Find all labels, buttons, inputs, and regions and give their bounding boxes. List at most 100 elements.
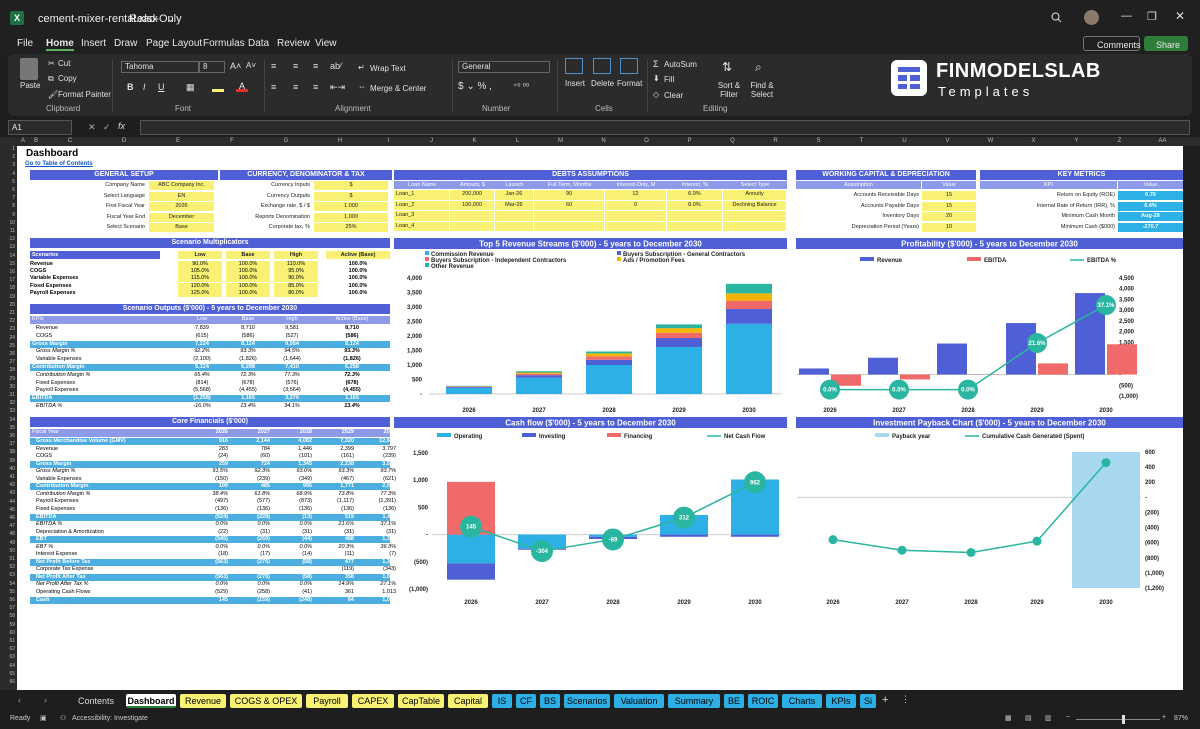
prev-sheet-icon[interactable]: ‹ [18, 695, 21, 705]
column-header[interactable]: Q [711, 138, 754, 144]
column-header[interactable]: U [883, 138, 926, 144]
paste-icon[interactable] [20, 58, 38, 80]
row-header[interactable]: 5 [0, 179, 15, 185]
macro-icon[interactable]: ▣ [40, 714, 47, 722]
zoom-out-icon[interactable]: − [1066, 714, 1070, 721]
eraser-icon[interactable]: ◇ [653, 90, 659, 99]
accessibility-status[interactable]: Accessibility: Investigate [72, 715, 148, 722]
align-top-icon[interactable]: ≡ [271, 61, 276, 71]
bold-icon[interactable]: B [127, 82, 134, 92]
row-header[interactable]: 33 [0, 408, 15, 414]
decrease-font-icon[interactable]: A˅ [246, 61, 256, 70]
row-header[interactable]: 49 [0, 540, 15, 546]
sheet-menu-icon[interactable]: ⋮ [901, 694, 910, 705]
menu-file[interactable]: File [17, 38, 33, 49]
column-header[interactable]: T [840, 138, 883, 144]
column-header[interactable]: X [1012, 138, 1055, 144]
row-header[interactable]: 14 [0, 253, 15, 259]
row-header[interactable]: 16 [0, 269, 15, 275]
indent-icon[interactable]: ⇤⇥ [330, 82, 345, 93]
sheet-tab[interactable]: BE [724, 694, 744, 708]
comments-button[interactable]: Comments [1083, 36, 1141, 51]
row-header[interactable]: 24 [0, 335, 15, 341]
row-header[interactable]: 62 [0, 646, 15, 652]
row-header[interactable]: 18 [0, 285, 15, 291]
column-header[interactable]: C [43, 138, 97, 144]
format-button[interactable]: Format [617, 79, 642, 88]
row-header[interactable]: 36 [0, 433, 15, 439]
row-header[interactable]: 19 [0, 294, 15, 300]
format-cells-icon[interactable] [620, 58, 638, 74]
row-header[interactable]: 61 [0, 638, 15, 644]
row-header[interactable]: 1 [0, 146, 15, 152]
row-header[interactable]: 10 [0, 220, 15, 226]
sheet-tab[interactable]: Revenue [180, 694, 226, 708]
cancel-icon[interactable]: ✕ [88, 122, 96, 133]
underline-icon[interactable]: U [158, 82, 165, 92]
borders-icon[interactable]: ▦ [186, 82, 195, 93]
decimal-icon[interactable]: ⁺⁰ ⁰⁰ [513, 82, 529, 91]
row-header[interactable]: 3 [0, 162, 15, 168]
row-header[interactable]: 64 [0, 663, 15, 669]
insert-button[interactable]: Insert [565, 79, 585, 88]
menu-data[interactable]: Data [248, 38, 269, 49]
row-header[interactable]: 22 [0, 318, 15, 324]
name-box[interactable]: A1 [8, 120, 72, 135]
function-icon[interactable]: fx [118, 121, 125, 131]
row-header[interactable]: 39 [0, 458, 15, 464]
clear-button[interactable]: Clear [664, 91, 683, 100]
column-header[interactable]: I [367, 138, 410, 144]
cut-button[interactable]: Cut [58, 59, 70, 68]
sheet-tab[interactable]: Charts [782, 694, 822, 708]
row-header[interactable]: 26 [0, 351, 15, 357]
row-header[interactable]: 4 [0, 171, 15, 177]
menu-formulas[interactable]: Formulas [203, 38, 245, 49]
row-header[interactable]: 27 [0, 359, 15, 365]
sort-filter-button[interactable]: Sort & Filter [714, 81, 744, 99]
row-header[interactable]: 20 [0, 302, 15, 308]
number-format-select[interactable]: General [458, 61, 550, 73]
row-header[interactable]: 29 [0, 376, 15, 382]
page-break-icon[interactable]: ▥ [1045, 714, 1052, 722]
normal-view-icon[interactable]: ▦ [1005, 714, 1012, 722]
find-select-button[interactable]: Find & Select [747, 81, 777, 99]
row-header[interactable]: 40 [0, 466, 15, 472]
search-icon[interactable] [1051, 12, 1062, 23]
page-layout-icon[interactable]: ▤ [1025, 714, 1032, 722]
row-header[interactable]: 15 [0, 261, 15, 267]
column-header[interactable]: M [539, 138, 582, 144]
row-header[interactable]: 50 [0, 548, 15, 554]
add-sheet-icon[interactable]: + [882, 694, 888, 706]
copy-icon[interactable]: ⧉ [48, 74, 54, 84]
zoom-in-icon[interactable]: + [1162, 714, 1166, 721]
row-header[interactable]: 47 [0, 523, 15, 529]
row-header[interactable]: 66 [0, 679, 15, 685]
delete-cells-icon[interactable] [593, 58, 611, 74]
sheet-tab[interactable]: Contents [70, 694, 122, 708]
row-header[interactable]: 11 [0, 228, 15, 234]
row-header[interactable]: 63 [0, 654, 15, 660]
fill-color-icon[interactable] [212, 82, 224, 92]
align-bottom-icon[interactable]: ≡ [313, 61, 318, 71]
italic-icon[interactable]: I [143, 82, 146, 92]
align-middle-icon[interactable]: ≡ [293, 61, 298, 71]
sheet-tab[interactable]: CapTable [398, 694, 444, 708]
copy-button[interactable]: Copy [58, 74, 77, 83]
minimize-icon[interactable]: — [1121, 10, 1132, 22]
confirm-icon[interactable]: ✓ [103, 122, 111, 133]
sheet-tab[interactable]: CAPEX [352, 694, 394, 708]
row-header[interactable]: 25 [0, 343, 15, 349]
row-header[interactable]: 6 [0, 187, 15, 193]
menu-page-layout[interactable]: Page Layout [146, 38, 202, 49]
currency-icon[interactable]: $ ⌄ % , [458, 81, 492, 92]
row-header[interactable]: 48 [0, 531, 15, 537]
column-header[interactable]: R [754, 138, 797, 144]
row-header[interactable]: 55 [0, 589, 15, 595]
column-header[interactable]: AB [1184, 138, 1200, 144]
sheet-tab[interactable]: BS [540, 694, 560, 708]
column-header[interactable]: B [29, 138, 43, 144]
column-header[interactable]: F [205, 138, 259, 144]
row-header[interactable]: 54 [0, 581, 15, 587]
orientation-icon[interactable]: ab⁄ [330, 61, 342, 71]
sort-icon[interactable]: ⇅ [722, 60, 732, 74]
